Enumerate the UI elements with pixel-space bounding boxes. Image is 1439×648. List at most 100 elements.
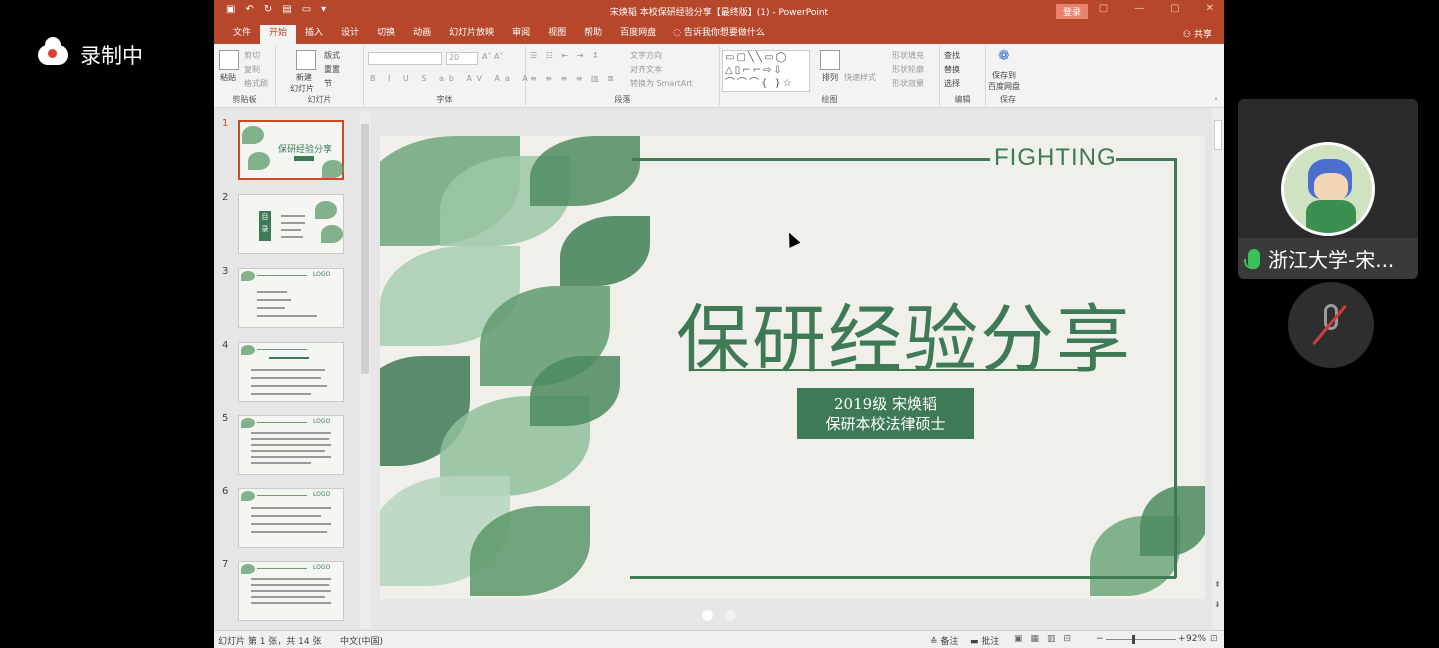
tab-file[interactable]: 文件 — [224, 25, 260, 44]
close-icon[interactable]: ✕ — [1206, 3, 1214, 14]
thumb-text-line — [269, 357, 309, 359]
reset-button[interactable]: 重置 — [324, 64, 340, 75]
slide-thumbnail-2[interactable]: 目录 — [238, 194, 344, 254]
baidu-cloud-icon[interactable]: ❁ — [998, 48, 1010, 64]
paste-button[interactable]: 粘贴 — [220, 72, 236, 83]
baidu-label[interactable]: 百度网盘 — [988, 81, 1020, 92]
scrollbar-thumb[interactable] — [1214, 120, 1222, 150]
copy-button[interactable]: 复制 — [244, 64, 260, 75]
scrollbar-thumb[interactable] — [361, 124, 369, 374]
zoom-out-icon[interactable]: − — [1096, 634, 1104, 644]
tab-view[interactable]: 视图 — [539, 25, 575, 44]
frame-right-line — [1174, 158, 1177, 578]
zoom-level[interactable]: 92% — [1186, 634, 1206, 644]
quick-styles-button[interactable]: 快速样式 — [844, 72, 876, 83]
ribbon-display-icon[interactable]: ▢ — [1099, 3, 1108, 14]
save-to-label[interactable]: 保存到 — [992, 70, 1016, 81]
fit-slide-icon[interactable]: ⊡ — [1210, 634, 1218, 644]
new-slide-label2[interactable]: 幻灯片 — [290, 83, 314, 94]
maximize-icon[interactable]: ▢ — [1170, 3, 1179, 14]
slide-thumbnail-5[interactable]: LOGO — [238, 415, 344, 475]
subtitle-box[interactable]: 2019级 宋焕韬 保研本校法律硕士 — [797, 388, 974, 439]
find-button[interactable]: 查找 — [944, 50, 960, 61]
mute-button[interactable] — [1288, 282, 1374, 368]
tab-slideshow[interactable]: 幻灯片放映 — [440, 25, 503, 44]
thumb-rule — [257, 422, 307, 423]
editor-scrollbar[interactable]: ⇞ ⇟ — [1212, 108, 1224, 630]
thumbnails-scrollbar[interactable] — [360, 112, 370, 628]
tab-insert[interactable]: 插入 — [296, 25, 332, 44]
page-dot-active[interactable] — [702, 610, 713, 621]
notes-button[interactable]: ≙ 备注 — [930, 634, 958, 647]
replace-button[interactable]: 替换 — [944, 64, 960, 75]
shapes-gallery[interactable]: ▭▢╲╲▭◯ △▯⌐⌐⇨⇩ ⌒⌒⌒{ }☆ — [722, 50, 810, 92]
list-icons[interactable]: ☰ ☷ ⇤ ⇥ ↕ — [530, 51, 602, 60]
thumb-text-line — [257, 299, 291, 301]
comments-button[interactable]: ▬ 批注 — [970, 634, 999, 647]
font-size-input[interactable]: 20 — [446, 52, 478, 65]
slide-canvas[interactable]: FIGHTING 保研经验分享 2019级 宋焕韬 保研本校法律硕士 — [380, 136, 1205, 599]
avatar-body — [1306, 200, 1356, 233]
section-button[interactable]: 节 — [324, 78, 332, 89]
group-drawing: ▭▢╲╲▭◯ △▯⌐⌐⇨⇩ ⌒⌒⌒{ }☆ 排列 快速样式 形状填充 形状轮廓 形状… — [720, 46, 940, 106]
slide-thumbnail-1[interactable]: 保研经验分享 — [238, 120, 344, 180]
tab-transitions[interactable]: 切换 — [368, 25, 404, 44]
format-painter-button[interactable]: 格式刷 — [244, 78, 268, 89]
language-indicator[interactable]: 中文(中国) — [340, 634, 383, 647]
tab-design[interactable]: 设计 — [332, 25, 368, 44]
thumb-text-line — [251, 578, 331, 580]
group-save: ❁ 保存到 百度网盘 保存 — [986, 46, 1030, 106]
collapse-ribbon-icon[interactable]: ˄ — [1214, 97, 1218, 106]
smartart-button[interactable]: 转换为 SmartArt — [630, 78, 693, 89]
share-button[interactable]: ⚇ 共享 — [1183, 27, 1212, 40]
new-slide-icon[interactable] — [296, 50, 316, 70]
thumb-text-line — [251, 438, 329, 440]
slide-thumbnail-6[interactable]: LOGO — [238, 488, 344, 548]
slide-thumbnail-4[interactable] — [238, 342, 344, 402]
align-text-button[interactable]: 对齐文本 — [630, 64, 662, 75]
leaf-decoration — [1140, 486, 1205, 556]
shape-effects-button[interactable]: 形状效果 — [892, 78, 924, 89]
tab-review[interactable]: 审阅 — [503, 25, 539, 44]
slide-thumbnail-3[interactable]: LOGO — [238, 268, 344, 328]
group-editing: 查找 替换 选择 编辑 — [940, 46, 986, 106]
arrange-icon[interactable] — [820, 50, 840, 70]
group-clipboard: 粘贴 剪切 复制 格式刷 剪贴板 — [214, 46, 276, 106]
font-format-icons[interactable]: B I U S ab AV Aa A — [370, 74, 533, 83]
new-slide-label1[interactable]: 新建 — [296, 72, 312, 83]
frame-top-right-line — [1116, 158, 1176, 161]
title-bar: ▣ ↶ ↻ ▤ ▭ ▾ 宋焕韬 本校保研经验分享【最终版】(1) - Power… — [214, 0, 1224, 22]
text-direction-button[interactable]: 文字方向 — [630, 50, 662, 61]
prev-slide-icon[interactable]: ⇞ — [1214, 580, 1221, 589]
status-bar: 幻灯片 第 1 张，共 14 张 中文(中国) ≙ 备注 ▬ 批注 ▣▦▥⊟ −… — [214, 630, 1224, 648]
leaf-decoration — [241, 271, 255, 281]
view-buttons[interactable]: ▣▦▥⊟ — [1014, 634, 1079, 644]
shape-outline-button[interactable]: 形状轮廓 — [892, 64, 924, 75]
zoom-slider-handle[interactable] — [1132, 635, 1135, 644]
leaf-decoration — [560, 216, 650, 286]
tab-baidu[interactable]: 百度网盘 — [611, 25, 665, 44]
tab-help[interactable]: 帮助 — [575, 25, 611, 44]
cut-button[interactable]: 剪切 — [244, 50, 260, 61]
thumb-text-line — [251, 531, 327, 533]
tell-me-box[interactable]: ◌ 告诉我你想要做什么 — [665, 25, 773, 44]
grow-font-icon[interactable]: A˄ A˅ — [482, 52, 504, 61]
slide-thumbnail-7[interactable]: LOGO — [238, 561, 344, 621]
arrange-button[interactable]: 排列 — [822, 72, 838, 83]
align-icons[interactable]: ≡ ≡ ≡ ≡ ▥ ≣ — [530, 74, 617, 83]
zoom-in-icon[interactable]: + — [1178, 634, 1186, 644]
select-button[interactable]: 选择 — [944, 78, 960, 89]
minimize-icon[interactable]: — — [1134, 3, 1144, 14]
zoom-slider[interactable] — [1106, 639, 1176, 640]
login-button[interactable]: 登录 — [1056, 4, 1089, 19]
slide-counter: 幻灯片 第 1 张，共 14 张 — [218, 637, 322, 647]
thumb-number: 4 — [222, 340, 229, 351]
next-slide-icon[interactable]: ⇟ — [1214, 600, 1221, 609]
tab-home[interactable]: 开始 — [260, 25, 297, 44]
layout-button[interactable]: 版式 — [324, 50, 340, 61]
page-dot[interactable] — [725, 610, 736, 621]
paste-icon[interactable] — [219, 50, 239, 70]
tab-animations[interactable]: 动画 — [404, 25, 440, 44]
shape-fill-button[interactable]: 形状填充 — [892, 50, 924, 61]
font-name-input[interactable] — [368, 52, 442, 65]
